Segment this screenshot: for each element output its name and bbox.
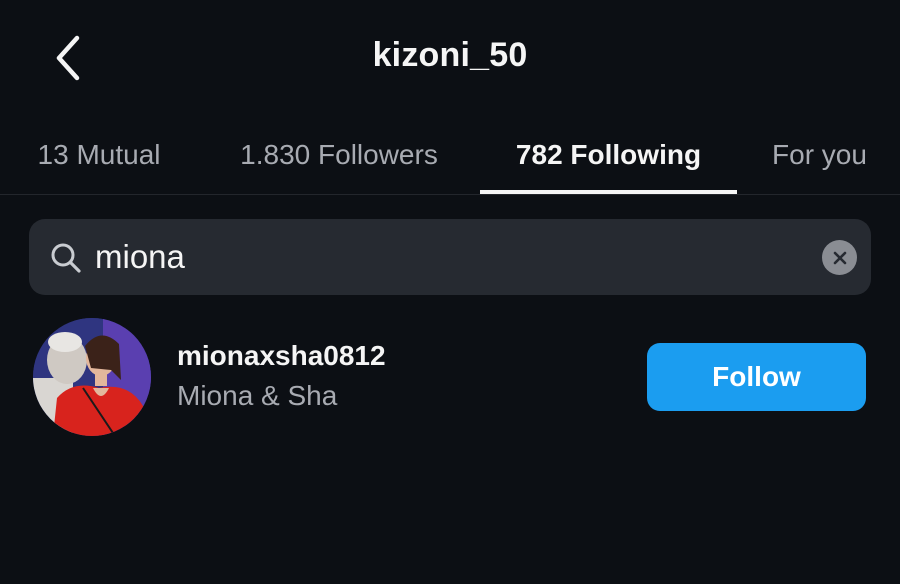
- tab-followers[interactable]: 1.830 Followers: [210, 116, 468, 194]
- tab-for-you[interactable]: For you: [752, 116, 887, 194]
- profile-photo: [33, 318, 151, 436]
- clear-search-button[interactable]: [822, 240, 857, 275]
- result-full-name: Miona & Sha: [177, 380, 338, 411]
- active-tab-indicator: [480, 190, 737, 194]
- search-bar[interactable]: [29, 219, 871, 295]
- search-input[interactable]: [95, 231, 795, 283]
- result-username[interactable]: mionaxsha0812: [177, 340, 386, 372]
- tab-bar: 13 Mutual 1.830 Followers 782 Following …: [0, 116, 900, 195]
- search-icon: [51, 243, 81, 273]
- tab-following[interactable]: 782 Following: [480, 116, 737, 194]
- clear-icon: [833, 251, 846, 264]
- avatar[interactable]: [33, 318, 151, 436]
- page-title: kizoni_50: [372, 36, 528, 74]
- tab-mutual[interactable]: 13 Mutual: [0, 116, 198, 194]
- top-bar: kizoni_50: [0, 0, 900, 116]
- follow-button[interactable]: Follow: [647, 343, 866, 411]
- list-item[interactable]: mionaxsha0812 Miona & Sha Follow: [0, 312, 900, 442]
